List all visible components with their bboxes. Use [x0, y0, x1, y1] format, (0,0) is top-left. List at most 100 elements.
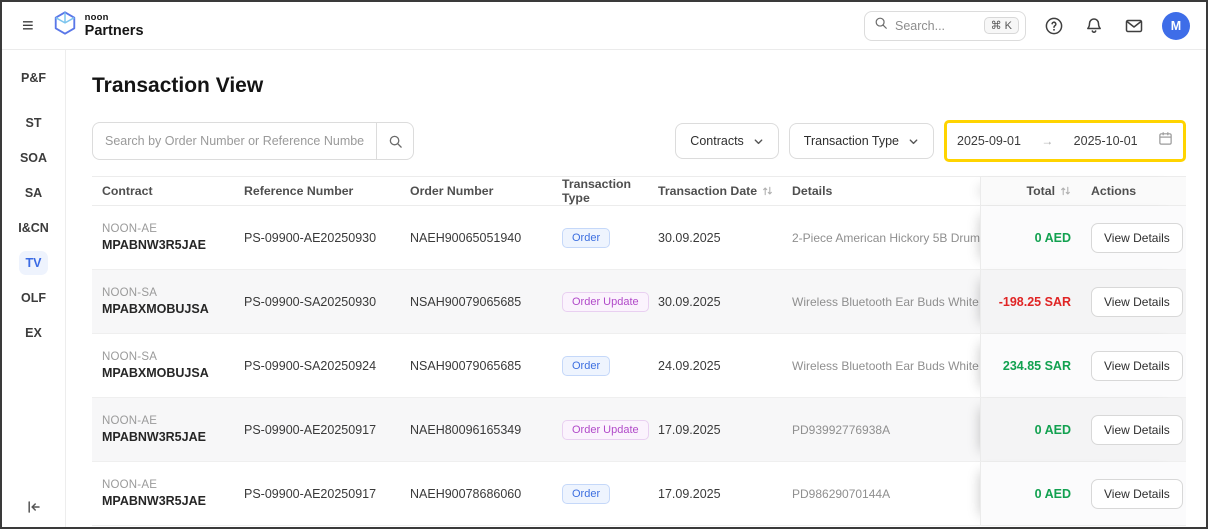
notifications-button[interactable]	[1082, 14, 1106, 38]
help-button[interactable]	[1042, 14, 1066, 38]
contract-id: MPABNW3R5JAE	[102, 238, 206, 252]
user-avatar[interactable]: M	[1162, 12, 1190, 40]
view-details-button[interactable]: View Details	[1091, 351, 1183, 381]
reference-number: PS-09900-AE20250917	[244, 398, 410, 461]
chevron-down-icon	[753, 136, 764, 147]
order-number: NAEH90078686060	[410, 462, 562, 525]
contract-code: NOON-AE	[102, 479, 206, 491]
column-header-details: Details	[792, 177, 980, 205]
table-body: NOON-AE MPABNW3R5JAE PS-09900-AE20250930…	[92, 206, 1186, 526]
search-icon	[388, 134, 403, 149]
view-details-button[interactable]: View Details	[1091, 479, 1183, 509]
sort-icon	[1060, 185, 1071, 197]
transaction-details: PD93992776938A	[792, 398, 980, 461]
table-row: NOON-SA MPABXMOBUJSA PS-09900-SA20250930…	[92, 270, 1186, 334]
sidebar-item-soa[interactable]: SOA	[13, 146, 54, 170]
contract-code: NOON-AE	[102, 223, 206, 235]
date-from-field[interactable]: 2025-09-01	[957, 134, 1021, 148]
sidebar-item-icn[interactable]: I&CN	[11, 216, 56, 240]
order-search-button[interactable]	[376, 122, 414, 160]
order-number: NAEH90065051940	[410, 206, 562, 269]
brand-logo[interactable]: noon Partners	[52, 10, 144, 41]
global-search-placeholder: Search...	[895, 19, 977, 33]
sidebar-item-pf[interactable]: P&F	[14, 66, 53, 90]
view-details-button[interactable]: View Details	[1091, 415, 1183, 445]
bell-icon	[1084, 16, 1104, 36]
transaction-type-dropdown-label: Transaction Type	[804, 134, 899, 148]
contracts-dropdown[interactable]: Contracts	[675, 123, 779, 159]
view-details-button[interactable]: View Details	[1091, 223, 1183, 253]
menu-button[interactable]: ≡	[18, 14, 38, 38]
date-to-field[interactable]: 2025-10-01	[1074, 134, 1138, 148]
sidebar-item-tv[interactable]: TV	[19, 251, 49, 275]
page-title: Transaction View	[92, 74, 1186, 98]
chevron-down-icon	[908, 136, 919, 147]
column-header-actions: Actions	[1077, 184, 1186, 198]
app-window: ≡ noon Partners Search...	[0, 0, 1208, 529]
order-search-input[interactable]	[92, 122, 376, 160]
contract-code: NOON-SA	[102, 351, 209, 363]
column-header-total[interactable]: Total	[981, 184, 1077, 198]
brand-logo-icon	[52, 10, 78, 41]
transaction-date: 17.09.2025	[658, 462, 792, 525]
contract-code: NOON-SA	[102, 287, 209, 299]
table-row: NOON-SA MPABXMOBUJSA PS-09900-SA20250924…	[92, 334, 1186, 398]
logo-noon-text: noon	[85, 13, 144, 23]
sidebar-item-sa[interactable]: SA	[18, 181, 49, 205]
question-circle-icon	[1044, 16, 1064, 36]
reference-number: PS-09900-AE20250930	[244, 206, 410, 269]
column-header-reference-number: Reference Number	[244, 177, 410, 205]
total-amount: 0 AED	[1035, 231, 1071, 245]
table-row: NOON-AE MPABNW3R5JAE PS-09900-AE20250917…	[92, 462, 1186, 526]
transaction-date: 30.09.2025	[658, 270, 792, 333]
keyboard-shortcut-badge: ⌘ K	[984, 17, 1019, 34]
total-amount: 234.85 SAR	[1003, 359, 1071, 373]
contract-id: MPABNW3R5JAE	[102, 430, 206, 444]
calendar-icon[interactable]	[1158, 131, 1173, 151]
transaction-date: 17.09.2025	[658, 398, 792, 461]
sidebar-item-st[interactable]: ST	[19, 111, 49, 135]
contract-id: MPABNW3R5JAE	[102, 494, 206, 508]
transaction-details: PD98629070144A	[792, 462, 980, 525]
column-header-contract: Contract	[92, 177, 244, 205]
sidebar: P&F ST SOA SA I&CN TV OLF EX	[2, 50, 66, 527]
transaction-date: 24.09.2025	[658, 334, 792, 397]
transactions-table: Contract Reference Number Order Number T…	[92, 176, 1186, 526]
transaction-type-dropdown[interactable]: Transaction Type	[789, 123, 934, 159]
view-details-button[interactable]: View Details	[1091, 287, 1183, 317]
transaction-details: 2-Piece American Hickory 5B Drumstic	[792, 206, 980, 269]
transaction-type-badge: Order Update	[562, 420, 649, 440]
logo-partners-text: Partners	[85, 24, 144, 39]
transaction-date: 30.09.2025	[658, 206, 792, 269]
global-search[interactable]: Search... ⌘ K	[864, 11, 1026, 41]
table-header: Contract Reference Number Order Number T…	[92, 176, 1186, 206]
contract-id: MPABXMOBUJSA	[102, 366, 209, 380]
order-number: NAEH80096165349	[410, 398, 562, 461]
collapse-sidebar-icon	[26, 499, 42, 515]
order-search-group	[92, 122, 414, 160]
reference-number: PS-09900-SA20250930	[244, 270, 410, 333]
sidebar-item-olf[interactable]: OLF	[14, 286, 53, 310]
contract-code: NOON-AE	[102, 415, 206, 427]
filters-bar: Contracts Transaction Type 2025-09-01 → …	[92, 120, 1186, 162]
messages-button[interactable]	[1122, 14, 1146, 38]
reference-number: PS-09900-SA20250924	[244, 334, 410, 397]
total-amount: -198.25 SAR	[999, 295, 1071, 309]
reference-number: PS-09900-AE20250917	[244, 462, 410, 525]
column-header-order-number: Order Number	[410, 177, 562, 205]
contract-id: MPABXMOBUJSA	[102, 302, 209, 316]
order-number: NSAH90079065685	[410, 270, 562, 333]
sidebar-item-ex[interactable]: EX	[18, 321, 49, 345]
top-bar: ≡ noon Partners Search...	[2, 2, 1206, 50]
order-number: NSAH90079065685	[410, 334, 562, 397]
column-header-transaction-date[interactable]: Transaction Date	[658, 177, 792, 205]
transaction-details: Wireless Bluetooth Ear Buds White	[792, 334, 980, 397]
sidebar-collapse-button[interactable]	[2, 499, 65, 515]
date-range-arrow-icon: →	[1041, 134, 1053, 148]
transaction-type-badge: Order Update	[562, 292, 649, 312]
total-amount: 0 AED	[1035, 487, 1071, 501]
transaction-details: Wireless Bluetooth Ear Buds White	[792, 270, 980, 333]
contracts-dropdown-label: Contracts	[690, 134, 744, 148]
date-range-picker[interactable]: 2025-09-01 → 2025-10-01	[944, 120, 1186, 162]
total-amount: 0 AED	[1035, 423, 1071, 437]
